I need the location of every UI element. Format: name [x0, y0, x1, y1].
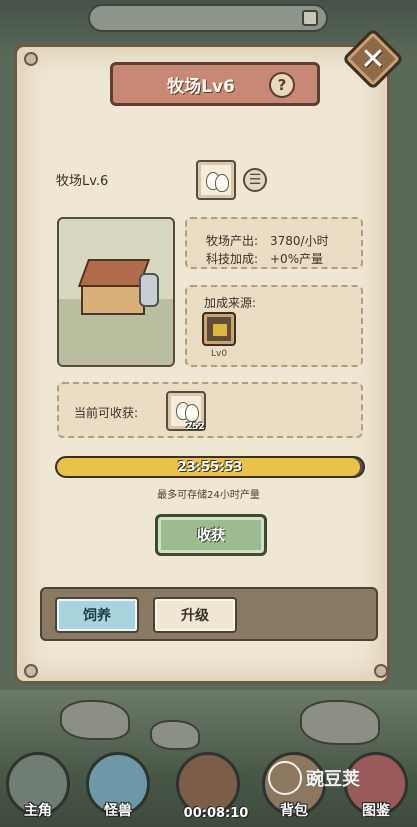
ranch-building-image: [57, 217, 175, 367]
clipboard-icon[interactable]: [302, 10, 318, 26]
pin-decoration: [24, 52, 38, 66]
output-value: 3780/小时: [270, 234, 329, 248]
help-button[interactable]: ?: [269, 72, 295, 98]
tab-upgrade[interactable]: 升级: [153, 597, 237, 633]
egg-icon: [215, 174, 229, 192]
egg-icon: [185, 404, 199, 422]
rock-decoration: [300, 700, 380, 745]
watermark-logo-icon: [268, 761, 302, 795]
bonus-item-slot[interactable]: [202, 312, 236, 346]
harvestable-label: 当前可收获:: [74, 406, 139, 420]
harvest-button[interactable]: 收获: [155, 514, 267, 556]
watermark: 豌豆荚: [268, 758, 360, 798]
timer-progress-bar: 23:55:53: [55, 456, 365, 478]
bonus-label: 加成来源:: [204, 296, 257, 310]
page-title: 牧场Lv6: [167, 76, 235, 97]
tech-value: +0%产量: [270, 252, 324, 266]
product-egg-slot[interactable]: [196, 160, 236, 200]
pin-decoration: [24, 664, 38, 678]
bonus-item-level: Lv0: [211, 349, 228, 359]
barn-body: [81, 285, 145, 315]
nav-monster-label: 怪兽: [104, 803, 132, 819]
top-status-bar: [88, 4, 328, 32]
output-label: 牧场产出:: [206, 234, 259, 248]
storage-note: 最多可存储24小时产量: [157, 490, 260, 501]
facility-level: 牧场Lv.6: [56, 174, 109, 189]
pin-decoration: [374, 664, 388, 678]
timer-text: 23:55:53: [177, 459, 243, 475]
watermark-text: 豌豆荚: [306, 769, 360, 790]
nav-hero-label: 主角: [24, 803, 52, 819]
egg-count: 252: [186, 422, 205, 432]
rock-decoration: [60, 700, 130, 740]
nav-timer: 00:08:10: [183, 806, 249, 821]
tab-feed[interactable]: 饲养: [55, 597, 139, 633]
info-icon[interactable]: ☰: [243, 168, 267, 192]
close-button[interactable]: ✕: [341, 27, 405, 91]
title-ribbon: 牧场Lv6 ?: [110, 62, 320, 106]
nav-backpack-label: 背包: [280, 803, 308, 819]
rock-decoration: [150, 720, 200, 750]
water-tank: [139, 273, 159, 307]
tech-label: 科技加成:: [206, 252, 259, 266]
close-icon: ✕: [360, 41, 386, 77]
nav-book-label: 图鉴: [362, 803, 390, 819]
